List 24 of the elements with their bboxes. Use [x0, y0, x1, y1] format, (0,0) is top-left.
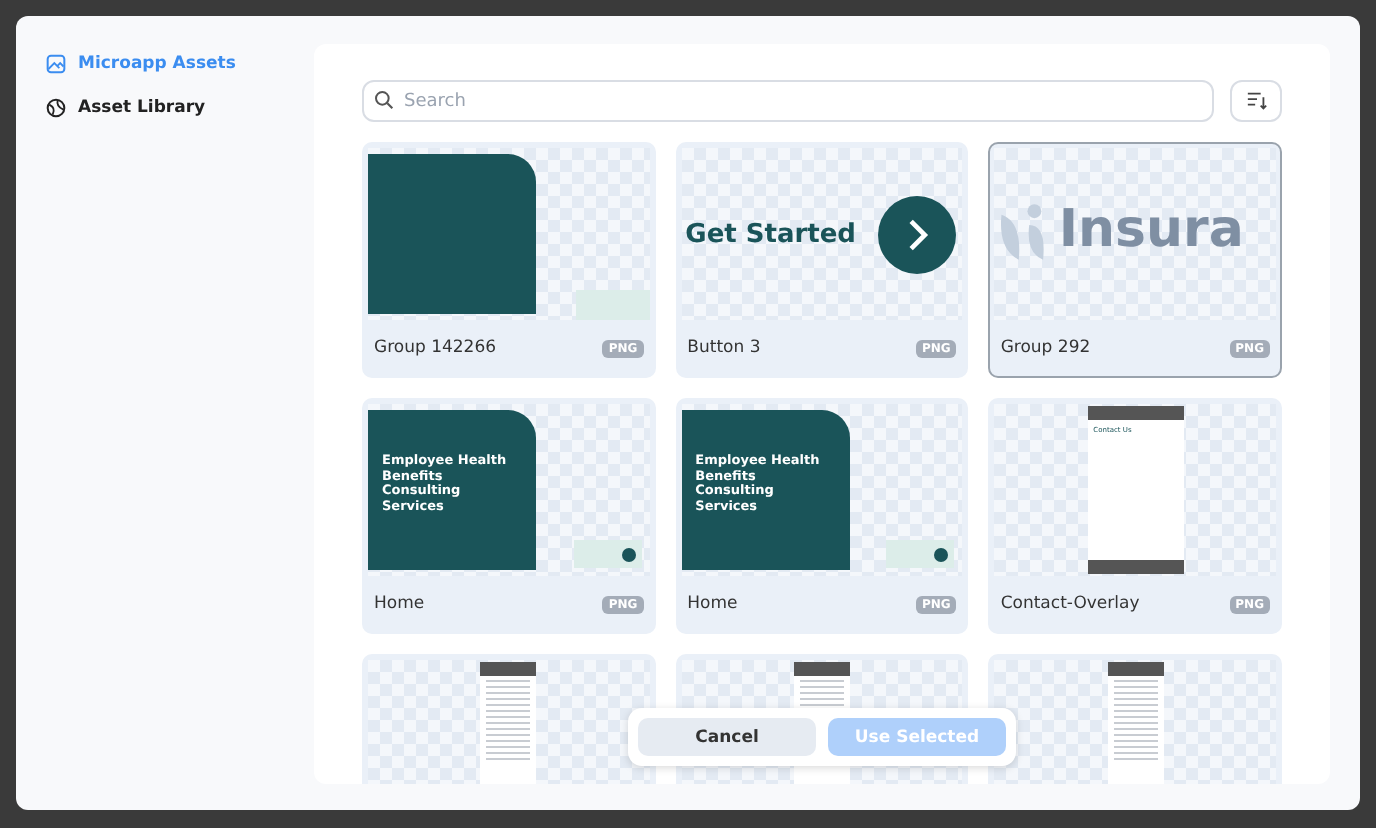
sort-icon: [1245, 90, 1267, 112]
strip-drawing: [575, 290, 650, 320]
page-footer-bar: [1087, 560, 1184, 574]
get-started-text: Get Started: [685, 220, 856, 250]
page-header-bar: [793, 662, 850, 676]
page-header-bar: [480, 662, 537, 676]
mini-button-drawing: [573, 540, 642, 568]
search-field[interactable]: Search: [362, 80, 1214, 122]
asset-name: Contact-Overlay: [1000, 594, 1140, 614]
image-icon: [46, 54, 66, 74]
asset-name: Group 292: [1000, 338, 1091, 358]
globe-icon: [46, 98, 66, 118]
asset-name: Home: [374, 594, 425, 614]
arrow-circle-icon: [878, 196, 957, 274]
logo-text: Insura: [1058, 200, 1244, 260]
asset-name: Group 142266: [374, 338, 497, 358]
page-header-bar: [1107, 662, 1164, 676]
sidebar-item[interactable]: Asset Library: [42, 92, 290, 124]
cancel-button[interactable]: Cancel: [638, 718, 816, 756]
page-header-bar: [1087, 406, 1184, 420]
asset-name: Home: [687, 594, 738, 614]
asset-name: Button 3: [687, 338, 761, 358]
sort-button[interactable]: [1230, 80, 1282, 122]
mini-button-drawing: [886, 540, 955, 568]
